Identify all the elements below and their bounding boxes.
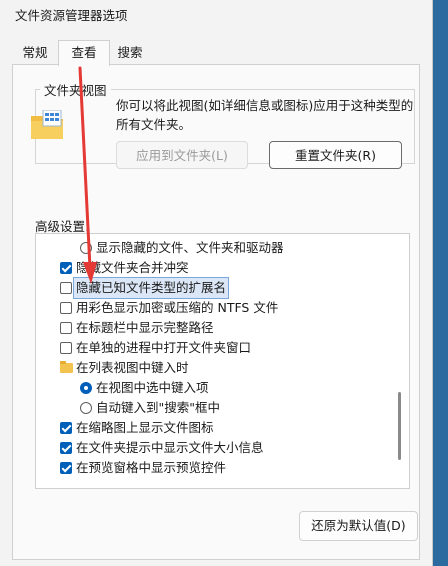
list-scrollbar[interactable] (398, 392, 401, 460)
tab-view[interactable]: 查看 (58, 40, 110, 66)
list-item-label: 用彩色显示加密或压缩的 NTFS 文件 (76, 300, 279, 315)
list-item-label: 显示隐藏的文件、文件夹和驱动器 (96, 240, 284, 255)
list-item-label: 在缩略图上显示文件图标 (76, 420, 214, 435)
list-item-label: 在预览窗格中显示预览控件 (76, 460, 227, 475)
checkbox[interactable] (60, 322, 72, 334)
checkbox[interactable] (60, 262, 72, 274)
folder-views-description: 你可以将此视图(如详细信息或图标)应用于这种类型的所有文件夹。 (116, 98, 414, 132)
checkbox[interactable] (60, 342, 72, 354)
list-item-label: 隐藏文件夹合并冲突 (76, 260, 189, 275)
restore-defaults-button[interactable]: 还原为默认值(D) (299, 511, 418, 541)
tab-general[interactable]: 常规 (12, 42, 58, 64)
list-item-label: 在视图中选中键入项 (96, 380, 209, 395)
apply-to-folders-button[interactable]: 应用到文件夹(L) (116, 141, 248, 169)
radio-button[interactable] (80, 402, 92, 414)
tab-strip: 常规 查看 搜索 (0, 40, 432, 66)
list-item-label: 隐藏已知文件类型的扩展名 (72, 277, 230, 299)
tab-search[interactable]: 搜索 (110, 42, 150, 64)
checkbox[interactable] (60, 282, 72, 294)
checkbox[interactable] (60, 442, 72, 454)
list-item-label: 在标题栏中显示完整路径 (76, 320, 214, 335)
window-title: 文件资源管理器选项 (15, 8, 128, 23)
checkbox[interactable] (60, 462, 72, 474)
view-tab-panel: 文件夹视图 你可以将此视图(如详细信息或图标)应用于这种类型的所有文件夹。 应用… (12, 64, 420, 560)
folder-icon (60, 361, 73, 373)
list-item-label: 在单独的进程中打开文件夹窗口 (76, 340, 252, 355)
list-item-label: 自动键入到"搜索"框中 (96, 400, 220, 415)
folder-view-icon (31, 110, 63, 139)
list-item-label: 在列表视图中键入时 (76, 360, 189, 375)
radio-button[interactable] (80, 242, 92, 254)
checkbox[interactable] (60, 302, 72, 314)
explorer-options-window: 文件资源管理器选项 常规 查看 搜索 文件夹视图 你可以将此视图(如详细信息或图… (0, 0, 433, 566)
checkbox[interactable] (60, 422, 72, 434)
advanced-settings-list[interactable]: 显示隐藏的文件、文件夹和驱动器 隐藏文件夹合并冲突 隐藏已知文件类型的扩展名 用… (35, 233, 410, 489)
reset-folders-button[interactable]: 重置文件夹(R) (269, 141, 402, 169)
radio-button[interactable] (80, 382, 92, 394)
folder-views-legend: 文件夹视图 (44, 83, 107, 98)
list-item-label: 在文件夹提示中显示文件大小信息 (76, 440, 264, 455)
